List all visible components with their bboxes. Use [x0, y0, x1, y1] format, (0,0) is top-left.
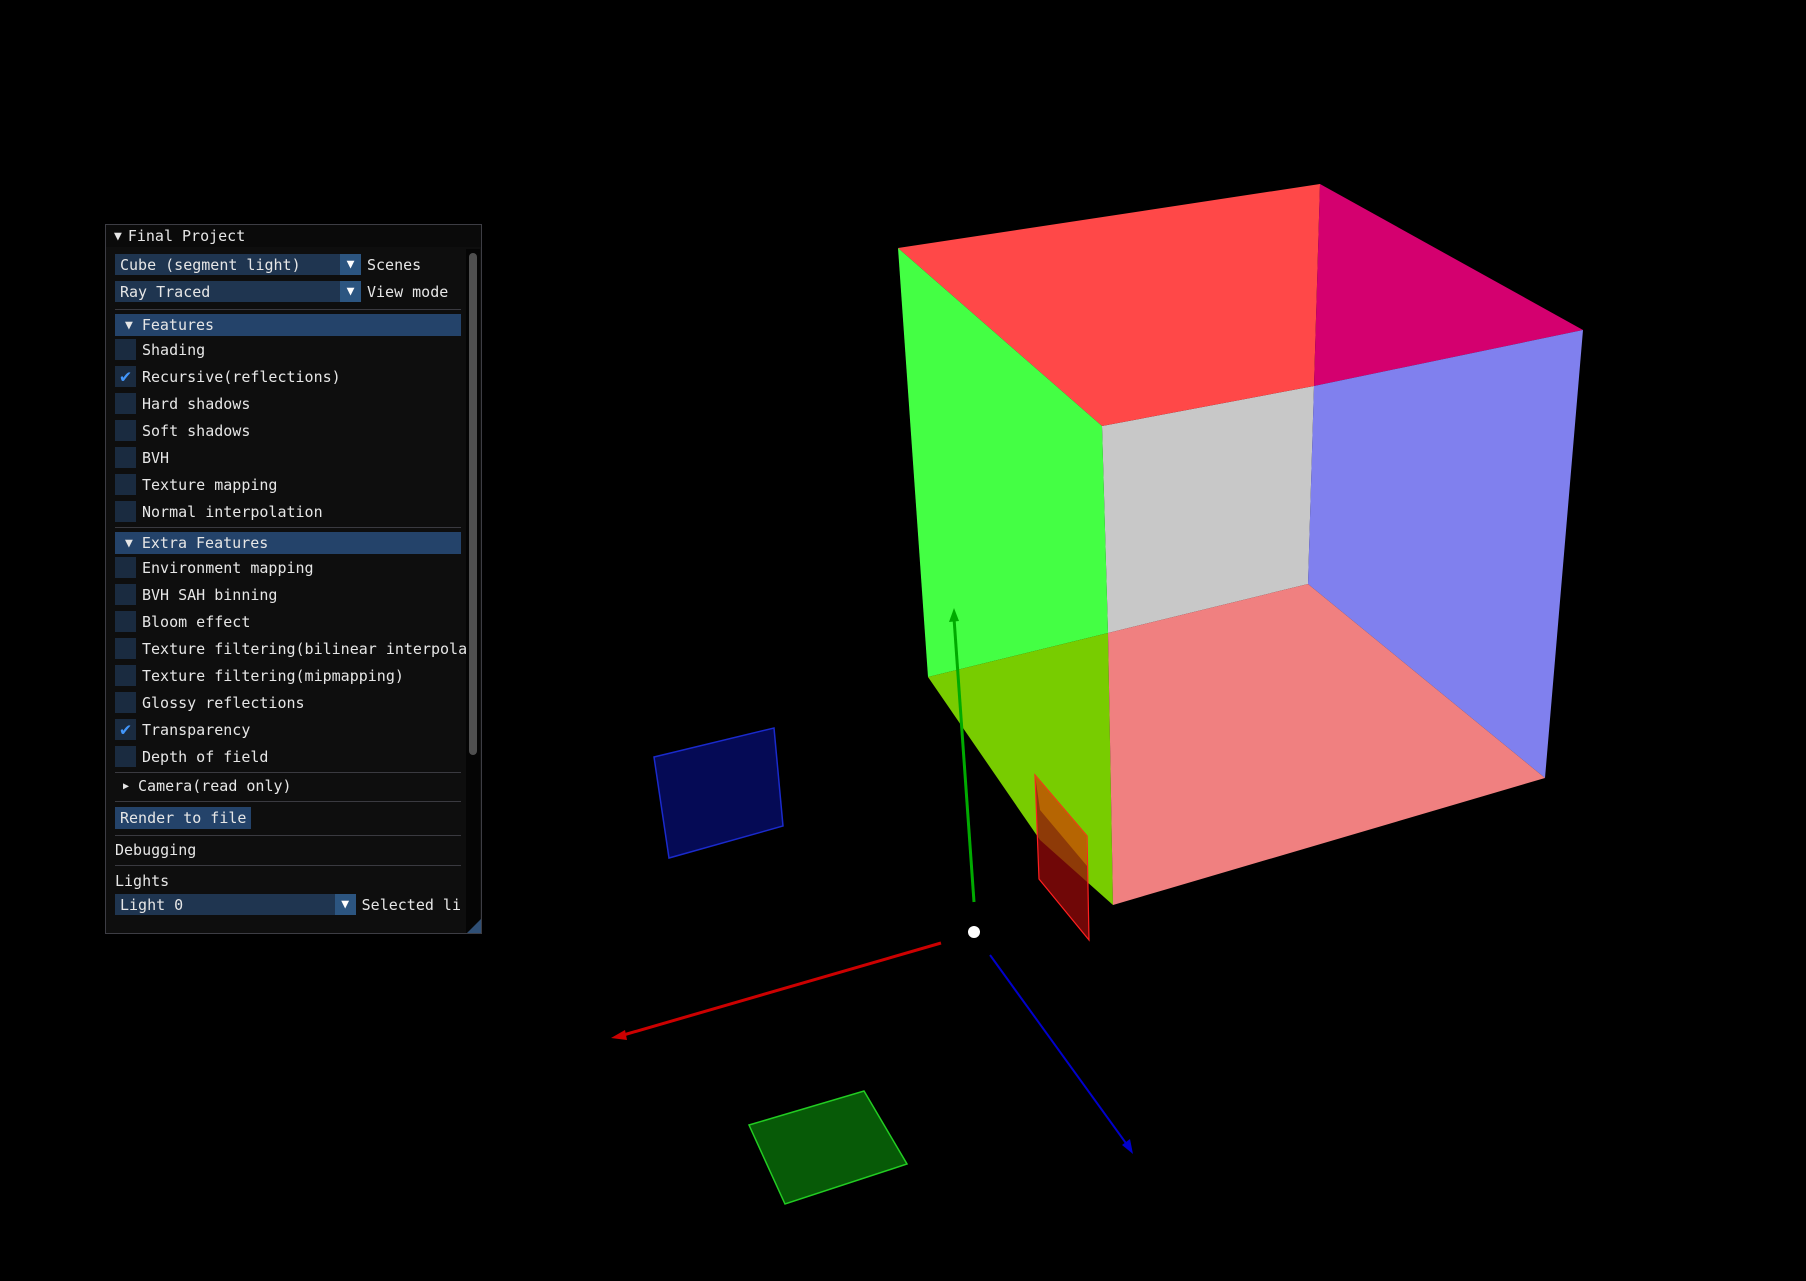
axis-x-line [619, 941, 942, 1038]
checkbox[interactable] [115, 447, 136, 468]
lights-label: Lights [115, 872, 170, 890]
extra-texture-filtering-bilinear[interactable]: Texture filtering(bilinear interpolat [115, 635, 467, 662]
feature-label: BVH SAH binning [142, 585, 278, 604]
feature-label: Hard shadows [142, 394, 251, 413]
checkbox[interactable] [115, 584, 136, 605]
feature-hard-shadows[interactable]: Hard shadows [115, 390, 461, 417]
extra-features-header[interactable]: ▼ Extra Features [115, 532, 461, 554]
extra-features-header-label: Extra Features [141, 534, 269, 552]
feature-label: Normal interpolation [142, 502, 323, 521]
camera-tree-node[interactable]: ▶ Camera(read only) [115, 773, 461, 799]
light-origin-point[interactable] [968, 926, 980, 938]
feature-bvh[interactable]: BVH [115, 444, 461, 471]
checkbox[interactable] [115, 557, 136, 578]
feature-label: Depth of field [142, 747, 269, 766]
feature-label: Texture filtering(mipmapping) [142, 666, 404, 685]
checkbox[interactable] [115, 746, 136, 767]
feature-label: Soft shadows [142, 421, 251, 440]
feature-label: Glossy reflections [142, 693, 305, 712]
feature-shading[interactable]: Shading [115, 336, 461, 363]
checkmark-icon[interactable]: ✔ [115, 366, 136, 387]
selected-light-row: Light 0 ▼ Selected li [115, 893, 461, 916]
green-light-quad [747, 1090, 909, 1205]
feature-soft-shadows[interactable]: Soft shadows [115, 417, 461, 444]
separator [115, 865, 461, 866]
scenes-row: Cube (segment light) ▼ Scenes [115, 253, 461, 276]
view-mode-combo[interactable]: Ray Traced ▼ [115, 281, 361, 302]
panel-content: Cube (segment light) ▼ Scenes Ray Traced… [106, 249, 467, 933]
separator [115, 527, 461, 528]
triangle-down-icon: ▼ [125, 535, 133, 551]
scenes-label: Scenes [367, 255, 422, 274]
feature-recursive[interactable]: ✔ Recursive(reflections) [115, 363, 461, 390]
feature-label: Texture filtering(bilinear interpolat [142, 639, 467, 658]
checkbox[interactable] [115, 393, 136, 414]
feature-label: Bloom effect [142, 612, 251, 631]
separator [115, 835, 461, 836]
scrollbar-thumb[interactable] [469, 253, 477, 755]
checkbox[interactable] [115, 339, 136, 360]
checkbox[interactable] [115, 420, 136, 441]
checkbox[interactable] [115, 611, 136, 632]
view-mode-value: Ray Traced [120, 282, 211, 301]
extra-glossy-reflections[interactable]: Glossy reflections [115, 689, 461, 716]
scenes-value: Cube (segment light) [120, 255, 301, 274]
extra-environment-mapping[interactable]: Environment mapping [115, 554, 461, 581]
separator [115, 801, 461, 802]
features-header-label: Features [141, 316, 215, 334]
feature-normal-interpolation[interactable]: Normal interpolation [115, 498, 461, 525]
feature-label: Shading [142, 340, 206, 359]
selected-light-value: Light 0 [120, 895, 184, 914]
checkbox[interactable] [115, 501, 136, 522]
feature-label: Environment mapping [142, 558, 314, 577]
render-to-file-button[interactable]: Render to file [115, 807, 252, 829]
axis-z-line [989, 954, 1129, 1147]
axis-x-arrowhead [611, 1030, 627, 1040]
feature-label: Recursive(reflections) [142, 367, 341, 386]
feature-texture-mapping[interactable]: Texture mapping [115, 471, 461, 498]
chevron-down-icon[interactable]: ▼ [334, 894, 356, 915]
selected-light-label: Selected li [361, 895, 461, 914]
features-list: Shading ✔ Recursive(reflections) Hard sh… [115, 336, 461, 525]
extra-bvh-sah-binning[interactable]: BVH SAH binning [115, 581, 461, 608]
viewport[interactable]: ▼ Final Project Cube (segment light) ▼ S… [0, 0, 1806, 1281]
extra-transparency[interactable]: ✔ Transparency [115, 716, 461, 743]
panel-scrollbar[interactable] [466, 249, 480, 933]
separator [115, 309, 461, 310]
extra-texture-filtering-mipmapping[interactable]: Texture filtering(mipmapping) [115, 662, 461, 689]
debugging-label: Debugging [115, 841, 197, 859]
chevron-down-icon[interactable]: ▼ [340, 281, 361, 302]
final-project-panel[interactable]: ▼ Final Project Cube (segment light) ▼ S… [105, 224, 482, 934]
panel-title: Final Project [127, 227, 246, 245]
checkmark-icon[interactable]: ✔ [115, 719, 136, 740]
blue-light-quad [653, 727, 784, 859]
view-mode-label: View mode [367, 282, 449, 301]
checkbox[interactable] [115, 665, 136, 686]
view-mode-row: Ray Traced ▼ View mode [115, 280, 461, 303]
feature-label: Texture mapping [142, 475, 278, 494]
chevron-down-icon[interactable]: ▼ [340, 254, 361, 275]
checkbox[interactable] [115, 638, 136, 659]
feature-label: Transparency [142, 720, 251, 739]
triangle-right-icon: ▶ [123, 780, 130, 792]
extra-depth-of-field[interactable]: Depth of field [115, 743, 461, 770]
scenes-combo[interactable]: Cube (segment light) ▼ [115, 254, 361, 275]
feature-label: BVH [142, 448, 170, 467]
features-header[interactable]: ▼ Features [115, 314, 461, 336]
camera-label: Camera(read only) [138, 777, 292, 795]
resize-grip-icon[interactable] [467, 919, 481, 933]
extra-bloom-effect[interactable]: Bloom effect [115, 608, 461, 635]
checkbox[interactable] [115, 692, 136, 713]
checkbox[interactable] [115, 474, 136, 495]
extra-features-list: Environment mapping BVH SAH binning Bloo… [115, 554, 467, 770]
panel-title-bar[interactable]: ▼ Final Project [106, 225, 481, 247]
triangle-down-icon[interactable]: ▼ [114, 229, 122, 244]
triangle-down-icon: ▼ [125, 317, 133, 333]
selected-light-combo[interactable]: Light 0 ▼ [115, 894, 356, 915]
